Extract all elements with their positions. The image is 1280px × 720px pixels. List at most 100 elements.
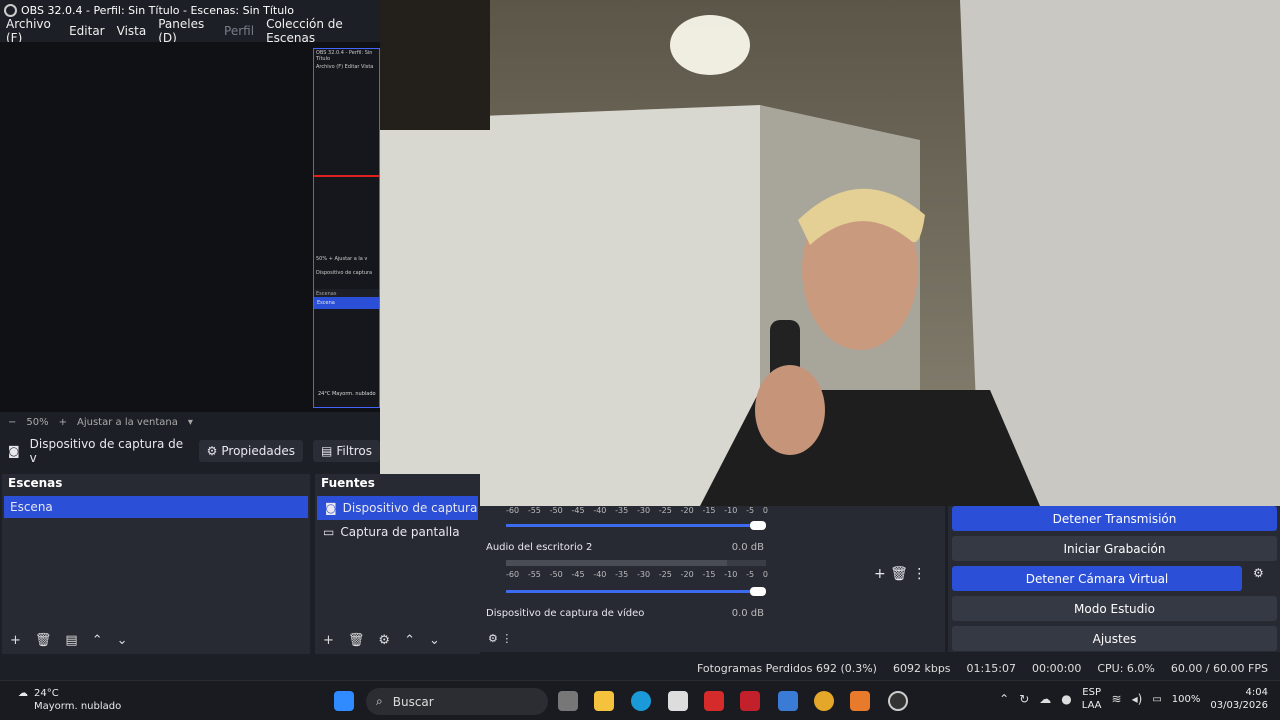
- trash-icon[interactable]: 🗑: [348, 633, 365, 648]
- mini-menu: Archivo (F) Editar Vista: [316, 64, 374, 70]
- scale-tick: -10: [724, 570, 738, 579]
- zoom-out-button[interactable]: −: [8, 417, 16, 428]
- add-icon[interactable]: + 🗑 ⋮: [874, 566, 926, 582]
- status-bar: Fotogramas Perdidos 692 (0.3%) 6092 kbps…: [0, 656, 1280, 680]
- weather-text: Mayorm. nublado: [34, 701, 122, 712]
- taskbar: ☁ 24°C Mayorm. nublado ⌕ Buscar ⌃ ↻ ☁ ● E…: [0, 680, 1280, 720]
- lang-layout: LAA: [1081, 700, 1102, 711]
- scale-tick: -5: [746, 506, 755, 515]
- arrow-down-icon[interactable]: ⌄: [429, 633, 440, 648]
- scale-tick: -50: [549, 570, 563, 579]
- controls-dock: Detener Transmisión Iniciar Grabación De…: [948, 506, 1280, 652]
- shield-icon[interactable]: [740, 691, 760, 711]
- battery-icon[interactable]: ▭: [1152, 694, 1161, 705]
- slider-knob[interactable]: [750, 521, 766, 530]
- windows-start-icon[interactable]: [334, 691, 354, 711]
- arrow-up-icon[interactable]: ⌃: [92, 633, 103, 648]
- clock[interactable]: 4:04 03/03/2026: [1210, 686, 1268, 712]
- studio-mode-button[interactable]: Modo Estudio: [952, 596, 1277, 621]
- scale-tick: -50: [549, 506, 563, 515]
- folder-icon[interactable]: [594, 691, 614, 711]
- scene-item[interactable]: Escena: [4, 496, 308, 518]
- filters-button[interactable]: ▤ Filtros: [312, 440, 380, 462]
- arrow-up-icon[interactable]: ⌃: [404, 633, 415, 648]
- chevron-up-icon[interactable]: ⌃: [999, 692, 1009, 706]
- source-label: Captura de pantalla: [340, 525, 460, 539]
- mini-source: Dispositivo de captura: [316, 270, 373, 276]
- gear-icon[interactable]: ⚙: [378, 633, 390, 648]
- scale-tick: -30: [636, 506, 651, 515]
- language-indicator[interactable]: ESP LAA: [1082, 686, 1102, 712]
- source-item[interactable]: ◙ Dispositivo de captura de v: [317, 496, 478, 520]
- scale-tick: -55: [527, 506, 541, 515]
- menu-coleccion[interactable]: Colección de Escenas: [266, 17, 368, 45]
- chevron-down-icon[interactable]: ▾: [188, 417, 193, 428]
- scale-tick: -20: [680, 506, 694, 515]
- filters-label: Filtros: [336, 444, 372, 458]
- settings-button[interactable]: Ajustes: [952, 626, 1277, 651]
- mixer-gear-icon[interactable]: ⚙ ⋮: [488, 632, 512, 645]
- zoom-in-button[interactable]: +: [59, 417, 67, 428]
- mic-icon[interactable]: ●: [1061, 692, 1071, 706]
- edge-icon[interactable]: [631, 691, 651, 711]
- scale-tick: -15: [702, 506, 716, 515]
- scale-tick: -35: [615, 506, 629, 515]
- sync-icon[interactable]: ↻: [1019, 692, 1029, 706]
- sources-toolbar: + 🗑 ⚙ ⌃ ⌄: [323, 633, 440, 648]
- stop-stream-button[interactable]: Detener Transmisión: [952, 506, 1277, 531]
- menu-editar[interactable]: Editar: [69, 24, 105, 38]
- volume-slider[interactable]: [506, 587, 766, 596]
- source-item[interactable]: ▭ Captura de pantalla: [315, 520, 480, 544]
- search-box[interactable]: ⌕ Buscar: [366, 688, 548, 715]
- menu-paneles[interactable]: Paneles (D): [158, 17, 212, 45]
- scale-tick: -25: [658, 506, 672, 515]
- menu-perfil[interactable]: Perfil: [224, 24, 254, 38]
- task-view-icon[interactable]: [558, 691, 578, 711]
- arrow-down-icon[interactable]: ⌄: [117, 633, 128, 648]
- store-icon[interactable]: [668, 691, 688, 711]
- cloud-icon: ☁: [18, 688, 28, 699]
- channel-db: 0.0 dB: [731, 542, 764, 553]
- camera-icon: ◙: [8, 444, 20, 458]
- properties-button[interactable]: ⚙ Propiedades: [198, 440, 303, 462]
- scale-tick: -55: [527, 570, 541, 579]
- lang-code: ESP: [1082, 687, 1101, 698]
- scale-tick: -5: [746, 570, 755, 579]
- camera-icon: ◙: [325, 501, 337, 515]
- window-title: OBS 32.0.4 - Perfil: Sin Título - Escena…: [21, 3, 294, 17]
- zoom-level: 50%: [26, 416, 49, 428]
- menu-vista[interactable]: Vista: [117, 24, 147, 38]
- menu-bar: Archivo (F) Editar Vista Paneles (D) Per…: [0, 17, 380, 45]
- stop-virtual-camera-button[interactable]: Detener Cámara Virtual: [952, 566, 1242, 591]
- bitrate: 6092 kbps: [892, 661, 951, 675]
- chrome-icon[interactable]: [814, 691, 834, 711]
- add-icon[interactable]: +: [10, 633, 21, 648]
- filter-icon[interactable]: ▤: [65, 633, 77, 648]
- cpu-usage: CPU: 6.0%: [1097, 661, 1155, 675]
- date: 03/03/2026: [1210, 700, 1268, 711]
- add-icon[interactable]: +: [323, 633, 334, 648]
- onedrive-icon[interactable]: ☁: [1039, 692, 1051, 706]
- properties-label: Propiedades: [221, 444, 295, 458]
- slider-knob[interactable]: [750, 587, 766, 596]
- mini-weather: 24°C Mayorm. nublado: [318, 391, 376, 397]
- meter-scale: -60 -55 -50 -45 -40 -35 -30 -25 -20 -15 -10 -5 0: [506, 506, 768, 515]
- scenes-dock: Escenas Escena + 🗑 ▤ ⌃ ⌄: [2, 474, 310, 654]
- menu-archivo[interactable]: Archivo (F): [6, 17, 57, 45]
- wifi-icon[interactable]: ≋: [1112, 692, 1122, 706]
- fit-window-button[interactable]: Ajustar a la ventana: [77, 417, 178, 428]
- start-recording-button[interactable]: Iniciar Grabación: [952, 536, 1277, 561]
- sources-dock: Fuentes ◙ Dispositivo de captura de v ▭ Ca…: [315, 474, 480, 654]
- channel-name: Dispositivo de captura de vídeo: [486, 608, 645, 619]
- weather-widget[interactable]: ☁ 24°C Mayorm. nublado: [18, 687, 121, 713]
- trash-icon[interactable]: 🗑: [35, 633, 52, 648]
- fl-studio-icon[interactable]: [850, 691, 870, 711]
- gear-icon[interactable]: ⚙: [1253, 566, 1264, 580]
- scale-tick: -40: [593, 570, 607, 579]
- volume-icon[interactable]: ◂): [1132, 692, 1143, 706]
- app-l-icon[interactable]: [704, 691, 724, 711]
- volume-slider[interactable]: [506, 521, 766, 530]
- obs-icon[interactable]: [888, 691, 908, 711]
- vscode-icon[interactable]: [778, 691, 798, 711]
- dropped-frames: Fotogramas Perdidos 692 (0.3%): [697, 661, 877, 675]
